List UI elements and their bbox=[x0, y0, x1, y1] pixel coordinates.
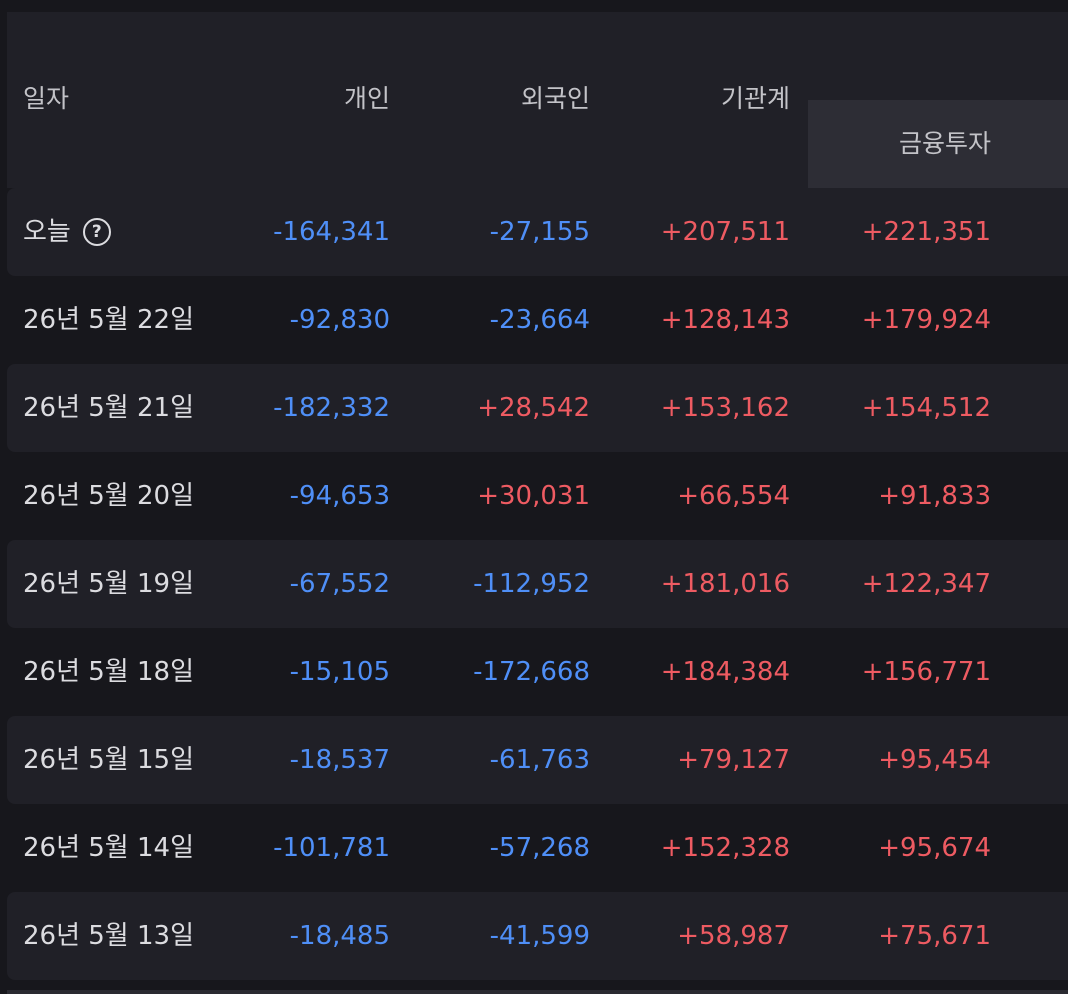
row-date: 26년 5월 15일 bbox=[23, 716, 194, 804]
row-institution-total: +66,554 bbox=[677, 481, 790, 511]
row-date-label: 26년 5월 13일 bbox=[23, 921, 194, 951]
help-icon[interactable]: ? bbox=[82, 218, 111, 246]
investor-trading-table: 일자 개인 외국인 기관계 금융투자 오늘? -164,341 -27,155 +20… bbox=[7, 12, 1068, 980]
row-individual: -67,552 bbox=[289, 569, 390, 599]
row-individual: -182,332 bbox=[273, 393, 390, 423]
table-row[interactable]: 26년 5월 13일 -18,485 -41,599 +58,987 +75,671 bbox=[7, 892, 1068, 980]
row-date: 26년 5월 18일 bbox=[23, 628, 194, 716]
row-date: 26년 5월 22일 bbox=[23, 276, 194, 364]
row-foreign: -172,668 bbox=[473, 657, 590, 687]
bottom-divider bbox=[7, 990, 1068, 994]
row-foreign: +28,542 bbox=[477, 393, 590, 423]
table-row[interactable]: 26년 5월 18일 -15,105 -172,668 +184,384 +156,77… bbox=[7, 628, 1068, 716]
row-date: 26년 5월 19일 bbox=[23, 540, 194, 628]
row-date: 26년 5월 13일 bbox=[23, 892, 194, 980]
row-date-label: 26년 5월 20일 bbox=[23, 481, 194, 511]
row-institution-total: +128,143 bbox=[660, 305, 790, 335]
row-institution-total: +181,016 bbox=[660, 569, 790, 599]
row-financial-investment: +221,351 bbox=[861, 217, 991, 247]
row-foreign: -23,664 bbox=[489, 305, 590, 335]
row-institution-total: +184,384 bbox=[660, 657, 790, 687]
table-row[interactable]: 26년 5월 14일 -101,781 -57,268 +152,328 +95,674 bbox=[7, 804, 1068, 892]
row-individual: -164,341 bbox=[273, 217, 390, 247]
row-institution-total: +152,328 bbox=[660, 833, 790, 863]
row-individual: -101,781 bbox=[273, 833, 390, 863]
row-foreign: -41,599 bbox=[489, 921, 590, 951]
row-financial-investment: +156,771 bbox=[861, 657, 991, 687]
row-institution-total: +207,511 bbox=[660, 217, 790, 247]
row-financial-investment: +95,674 bbox=[878, 833, 991, 863]
header-institution-total[interactable]: 기관계 bbox=[721, 82, 790, 116]
header-financial-investment[interactable]: 금융투자 bbox=[899, 127, 991, 161]
row-foreign: -61,763 bbox=[489, 745, 590, 775]
row-date: 26년 5월 21일 bbox=[23, 364, 194, 452]
table-row[interactable]: 오늘? -164,341 -27,155 +207,511 +221,351 bbox=[7, 188, 1068, 276]
table-row[interactable]: 26년 5월 15일 -18,537 -61,763 +79,127 +95,454 bbox=[7, 716, 1068, 804]
row-foreign: -112,952 bbox=[473, 569, 590, 599]
table-row[interactable]: 26년 5월 19일 -67,552 -112,952 +181,016 +122,34… bbox=[7, 540, 1068, 628]
row-date-label: 26년 5월 14일 bbox=[23, 833, 194, 863]
row-date-label: 26년 5월 18일 bbox=[23, 657, 194, 687]
row-date-label: 26년 5월 22일 bbox=[23, 305, 194, 335]
row-foreign: +30,031 bbox=[477, 481, 590, 511]
row-date: 오늘? bbox=[23, 188, 111, 276]
table-row[interactable]: 26년 5월 21일 -182,332 +28,542 +153,162 +154,51… bbox=[7, 364, 1068, 452]
table-body: 오늘? -164,341 -27,155 +207,511 +221,351 26년 5월… bbox=[7, 188, 1068, 980]
row-foreign: -57,268 bbox=[489, 833, 590, 863]
row-financial-investment: +95,454 bbox=[878, 745, 991, 775]
row-financial-investment: +154,512 bbox=[861, 393, 991, 423]
row-individual: -15,105 bbox=[289, 657, 390, 687]
row-financial-investment: +75,671 bbox=[878, 921, 991, 951]
header-individual[interactable]: 개인 bbox=[344, 82, 390, 116]
row-date-label: 26년 5월 19일 bbox=[23, 569, 194, 599]
row-date-label: 26년 5월 21일 bbox=[23, 393, 194, 423]
header-date[interactable]: 일자 bbox=[23, 82, 69, 116]
table-row[interactable]: 26년 5월 22일 -92,830 -23,664 +128,143 +179,924 bbox=[7, 276, 1068, 364]
row-institution-total: +58,987 bbox=[677, 921, 790, 951]
table-row[interactable]: 26년 5월 20일 -94,653 +30,031 +66,554 +91,833 bbox=[7, 452, 1068, 540]
row-date-label: 오늘 bbox=[23, 217, 71, 247]
row-date: 26년 5월 20일 bbox=[23, 452, 194, 540]
row-individual: -94,653 bbox=[289, 481, 390, 511]
row-financial-investment: +179,924 bbox=[861, 305, 991, 335]
row-institution-total: +79,127 bbox=[677, 745, 790, 775]
row-individual: -92,830 bbox=[289, 305, 390, 335]
row-institution-total: +153,162 bbox=[660, 393, 790, 423]
row-date-label: 26년 5월 15일 bbox=[23, 745, 194, 775]
row-date: 26년 5월 14일 bbox=[23, 804, 194, 892]
row-foreign: -27,155 bbox=[489, 217, 590, 247]
row-individual: -18,537 bbox=[289, 745, 390, 775]
row-financial-investment: +122,347 bbox=[861, 569, 991, 599]
row-individual: -18,485 bbox=[289, 921, 390, 951]
table-header: 일자 개인 외국인 기관계 금융투자 bbox=[7, 12, 1068, 188]
row-financial-investment: +91,833 bbox=[878, 481, 991, 511]
header-foreign[interactable]: 외국인 bbox=[521, 82, 590, 116]
